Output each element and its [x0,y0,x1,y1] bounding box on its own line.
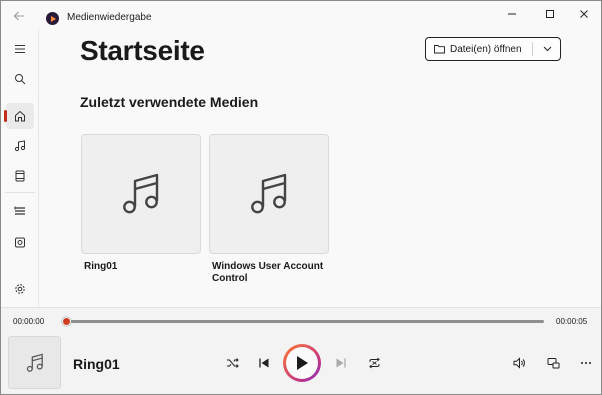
chevron-down-icon[interactable] [540,43,554,55]
album-art[interactable] [8,336,61,389]
miniplayer-icon [547,358,559,369]
nav-item-video[interactable] [6,163,34,189]
recent-media-card[interactable]: Windows User Account Control [209,134,329,285]
back-button[interactable] [7,6,31,26]
nav-item-music[interactable] [6,133,34,159]
play-button[interactable] [283,344,321,382]
title-bar: Medienwiedergabe [1,1,601,29]
media-thumbnail[interactable] [209,134,329,254]
minimize-button[interactable] [497,5,527,23]
maximize-icon [546,10,554,18]
video-icon [15,170,25,182]
minimize-icon [508,13,516,15]
repeat-button[interactable] [363,352,385,374]
recent-media-card[interactable]: Ring01 [81,134,201,273]
nav-item-playlist[interactable] [6,198,34,224]
maximize-button[interactable] [535,5,565,23]
queue-icon [15,237,25,248]
volume-icon [513,357,525,369]
menu-button[interactable] [6,36,34,62]
miniplayer-button[interactable] [542,352,564,374]
media-thumbnail[interactable] [81,134,201,254]
app-title: Medienwiedergabe [67,12,152,23]
home-icon [15,110,25,122]
now-playing-title[interactable]: Ring01 [73,356,120,372]
media-name: Windows User Account Control [212,261,324,284]
nav-item-queue[interactable] [6,229,34,255]
close-button[interactable] [569,5,599,23]
arrow-left-icon [13,11,24,21]
nav-separator [5,192,35,193]
music-note-icon [123,173,159,214]
skip-next-icon [336,358,346,368]
app-window: Medienwiedergabe Startseite Datei(en) öf… [0,0,602,395]
close-icon [580,10,588,18]
play-button-inner [286,347,318,379]
next-button[interactable] [330,352,352,374]
repeat-icon [368,357,380,369]
play-icon [297,356,308,370]
seek-handle[interactable] [61,317,71,326]
total-time: 00:00:05 [556,317,588,326]
navigation-rail [1,29,39,307]
open-files-label: Datei(en) öffnen [450,43,522,55]
folder-icon [434,44,445,55]
player-bar: 00:00:00 00:00:05 Ring01 [1,307,601,394]
settings-icon [15,284,25,294]
playlist-icon [14,206,25,215]
media-name: Ring01 [84,261,118,272]
music-note-icon [26,353,43,372]
shuffle-icon [226,358,239,368]
skip-previous-icon [259,358,269,368]
music-icon [14,140,26,152]
search-button[interactable] [6,66,34,92]
music-note-icon [251,173,287,214]
more-options-button[interactable] [575,352,597,374]
hamburger-icon [15,45,25,53]
nav-item-settings[interactable] [6,276,34,302]
volume-button[interactable] [508,352,530,374]
elapsed-time: 00:00:00 [13,317,45,326]
search-icon [15,74,26,85]
more-icon [581,362,591,364]
open-files-button[interactable]: Datei(en) öffnen [425,37,561,61]
nav-item-home[interactable] [4,103,34,129]
page-title: Startseite [80,35,205,66]
section-title-recent: Zuletzt verwendete Medien [80,94,259,110]
shuffle-button[interactable] [221,352,243,374]
previous-button[interactable] [253,352,275,374]
seek-bar[interactable] [66,320,544,323]
app-logo-icon [46,12,59,25]
split-divider [532,42,533,56]
